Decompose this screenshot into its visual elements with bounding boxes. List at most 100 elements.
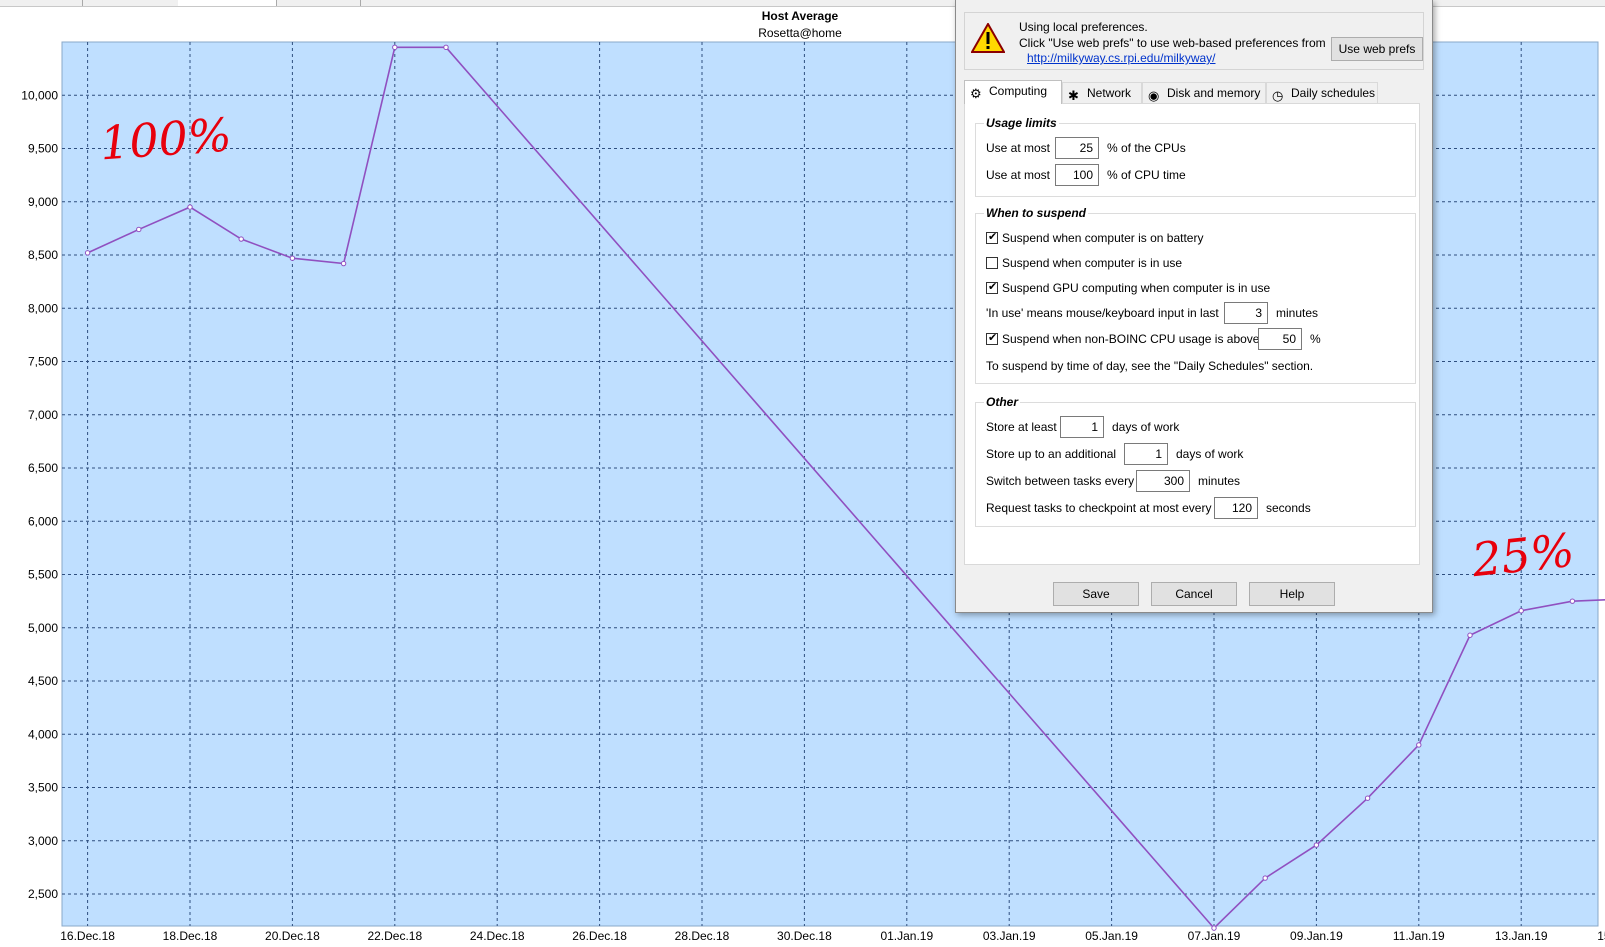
x-tick-label: 11.Jan.19 [1393, 929, 1445, 943]
other-title: Other [984, 395, 1021, 409]
y-tick-label: 6,000 [28, 514, 58, 528]
store-at-least-input[interactable]: 1 [1060, 416, 1104, 438]
y-tick-label: 10,000 [21, 88, 58, 102]
additional-days-input[interactable]: 1 [1124, 443, 1168, 465]
data-point [238, 236, 244, 242]
x-tick-label: 20.Dec.18 [265, 929, 320, 943]
y-tick-label: 7,000 [28, 408, 58, 422]
y-tick-label: 9,500 [28, 142, 58, 156]
additional-suffix: days of work [1176, 447, 1244, 461]
chart-title: Host Average [762, 9, 839, 23]
data-point [1364, 795, 1371, 801]
tab-disk-and-memory[interactable]: ◉ Disk and memory [1142, 82, 1266, 103]
x-tick-label: 26.Dec.18 [572, 929, 627, 943]
usage-limits-group: Usage limits Use at most 25 % of the CPU… [975, 116, 1416, 197]
data-point [1518, 608, 1524, 614]
x-tick-label: 07.Jan.19 [1188, 929, 1241, 943]
cpus-percent-input[interactable]: 25 [1055, 137, 1099, 159]
additional-label: Store up to an additional [986, 447, 1117, 461]
switch-tasks-label: Switch between tasks every [986, 474, 1135, 488]
daily-schedules-note: To suspend by time of day, see the "Dail… [986, 359, 1314, 373]
y-tick-label: 2,500 [28, 887, 58, 901]
y-tick-label: 4,500 [28, 674, 58, 688]
gpu-label: Suspend GPU computing when computer is i… [1002, 281, 1271, 295]
warning-line-1: Using local preferences. [1019, 20, 1148, 34]
tab-label: Daily schedules [1291, 86, 1376, 100]
y-tick-label: 3,000 [28, 834, 58, 848]
switch-tasks-suffix: minutes [1198, 474, 1241, 488]
tab-network[interactable]: ✱ Network [1062, 82, 1142, 103]
y-tick-label: 9,000 [28, 195, 58, 209]
gear-icon: ⚙ [970, 86, 982, 101]
x-tick-label: 01.Jan.19 [880, 929, 933, 943]
web-prefs-link[interactable]: http://milkyway.cs.rpi.edu/milkyway/ [1027, 51, 1216, 65]
y-tick-label: 8,000 [28, 301, 58, 315]
checkpoint-input[interactable]: 120 [1214, 497, 1258, 519]
cancel-button[interactable]: Cancel [1151, 582, 1237, 606]
usage-limits-title: Usage limits [984, 116, 1059, 130]
x-tick-label: 13.Jan.19 [1495, 929, 1548, 943]
data-point [443, 44, 449, 51]
y-tick-label: 6,500 [28, 461, 58, 475]
data-point [289, 255, 296, 261]
tab-label: Network [1087, 86, 1132, 100]
gpu-checkbox[interactable]: ✔ [986, 281, 998, 294]
in-use-means-label: 'In use' means mouse/keyboard input in l… [986, 306, 1219, 320]
in-use-label: Suspend when computer is in use [1002, 256, 1183, 270]
y-tick-label: 4,000 [28, 727, 58, 741]
cpu-time-input[interactable]: 100 [1055, 164, 1099, 186]
other-group: Other Store at least 1 days of work Stor… [975, 395, 1416, 527]
x-tick-label: 15.Jan.19 [1597, 929, 1605, 943]
preferences-dialog: Using local preferences. Click "Use web … [955, 0, 1433, 613]
when-to-suspend-title: When to suspend [984, 206, 1088, 220]
data-point [84, 250, 91, 256]
check-mark-icon: ✔ [988, 332, 998, 344]
in-use-minutes-input[interactable]: 3 [1224, 302, 1268, 324]
y-tick-label: 3,500 [28, 781, 58, 795]
computing-panel: Usage limits Use at most 25 % of the CPU… [964, 103, 1420, 565]
non-boinc-percent-input[interactable]: 50 [1258, 328, 1302, 350]
x-tick-label: 16.Dec.18 [60, 929, 115, 943]
checkpoint-suffix: seconds [1266, 501, 1311, 515]
x-tick-label: 18.Dec.18 [163, 929, 218, 943]
y-tick-label: 5,000 [28, 621, 58, 635]
battery-checkbox[interactable]: ✔ [986, 231, 998, 244]
tab-label: Computing [989, 84, 1048, 98]
in-use-checkbox[interactable]: ✔ [986, 257, 998, 269]
chart-subtitle: Rosetta@home [758, 26, 842, 40]
x-tick-label: 30.Dec.18 [777, 929, 832, 943]
cpus-label: Use at most [986, 141, 1051, 155]
non-boinc-checkbox[interactable]: ✔ [986, 332, 998, 345]
cpus-suffix: % of the CPUs [1107, 141, 1186, 155]
annotation-25-percent: 25% [1469, 522, 1577, 588]
tab-daily-schedules[interactable]: ◷ Daily schedules [1266, 82, 1378, 103]
store-at-least-suffix: days of work [1112, 420, 1180, 434]
x-tick-label: 05.Jan.19 [1085, 929, 1138, 943]
data-point [1416, 742, 1422, 748]
x-tick-label: 24.Dec.18 [470, 929, 525, 943]
save-button[interactable]: Save [1053, 582, 1139, 606]
use-web-prefs-button[interactable]: Use web prefs [1331, 37, 1423, 61]
non-boinc-suffix: % [1310, 332, 1321, 346]
data-point [1313, 842, 1320, 848]
x-tick-label: 28.Dec.18 [675, 929, 730, 943]
x-tick-label: 09.Jan.19 [1290, 929, 1343, 943]
data-point [1211, 925, 1217, 931]
cpu-time-suffix: % of CPU time [1107, 168, 1186, 182]
help-button[interactable]: Help [1249, 582, 1335, 606]
check-mark-icon: ✔ [988, 281, 998, 293]
tab-computing[interactable]: ⚙ Computing [964, 80, 1062, 104]
checkpoint-label: Request tasks to checkpoint at most ever… [986, 501, 1212, 515]
data-point [187, 204, 193, 210]
x-tick-label: 22.Dec.18 [367, 929, 422, 943]
check-mark-icon: ✔ [988, 231, 998, 243]
data-point [392, 44, 398, 51]
warning-line-2: Click "Use web prefs" to use web-based p… [1019, 36, 1326, 50]
data-point [340, 260, 347, 267]
tab-label: Disk and memory [1167, 86, 1261, 100]
cpu-time-label: Use at most [986, 168, 1051, 182]
data-point [1262, 875, 1268, 881]
y-tick-label: 7,500 [28, 355, 58, 369]
when-to-suspend-group: When to suspend ✔ Suspend when computer … [975, 206, 1416, 384]
switch-tasks-input[interactable]: 300 [1136, 470, 1190, 492]
